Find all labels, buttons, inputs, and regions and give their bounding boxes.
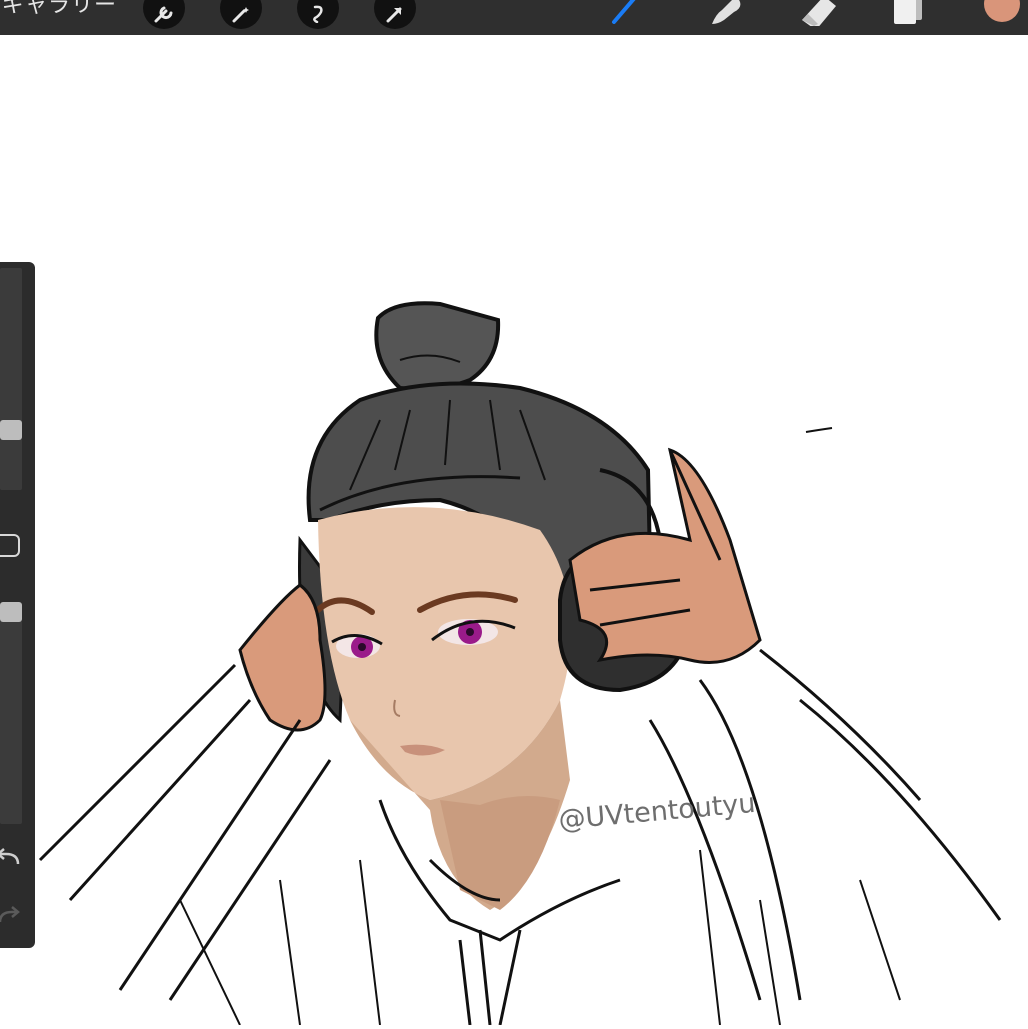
eraser-icon[interactable]	[798, 0, 842, 30]
magic-wand-icon[interactable]	[220, 0, 262, 29]
transform-arrow-icon[interactable]	[374, 0, 416, 29]
top-toolbar: ギャラリー	[0, 0, 1028, 35]
layers-icon[interactable]	[890, 0, 930, 28]
wrench-icon[interactable]	[143, 0, 185, 29]
brush-icon[interactable]	[608, 0, 648, 28]
drawing-canvas[interactable]: @UVtentoutyu	[0, 35, 1028, 1026]
smudge-icon[interactable]	[704, 0, 744, 30]
artwork-illustration	[38, 301, 1002, 1026]
gallery-button[interactable]: ギャラリー	[2, 0, 117, 21]
color-swatch[interactable]	[984, 0, 1020, 22]
selection-icon[interactable]	[297, 0, 339, 29]
